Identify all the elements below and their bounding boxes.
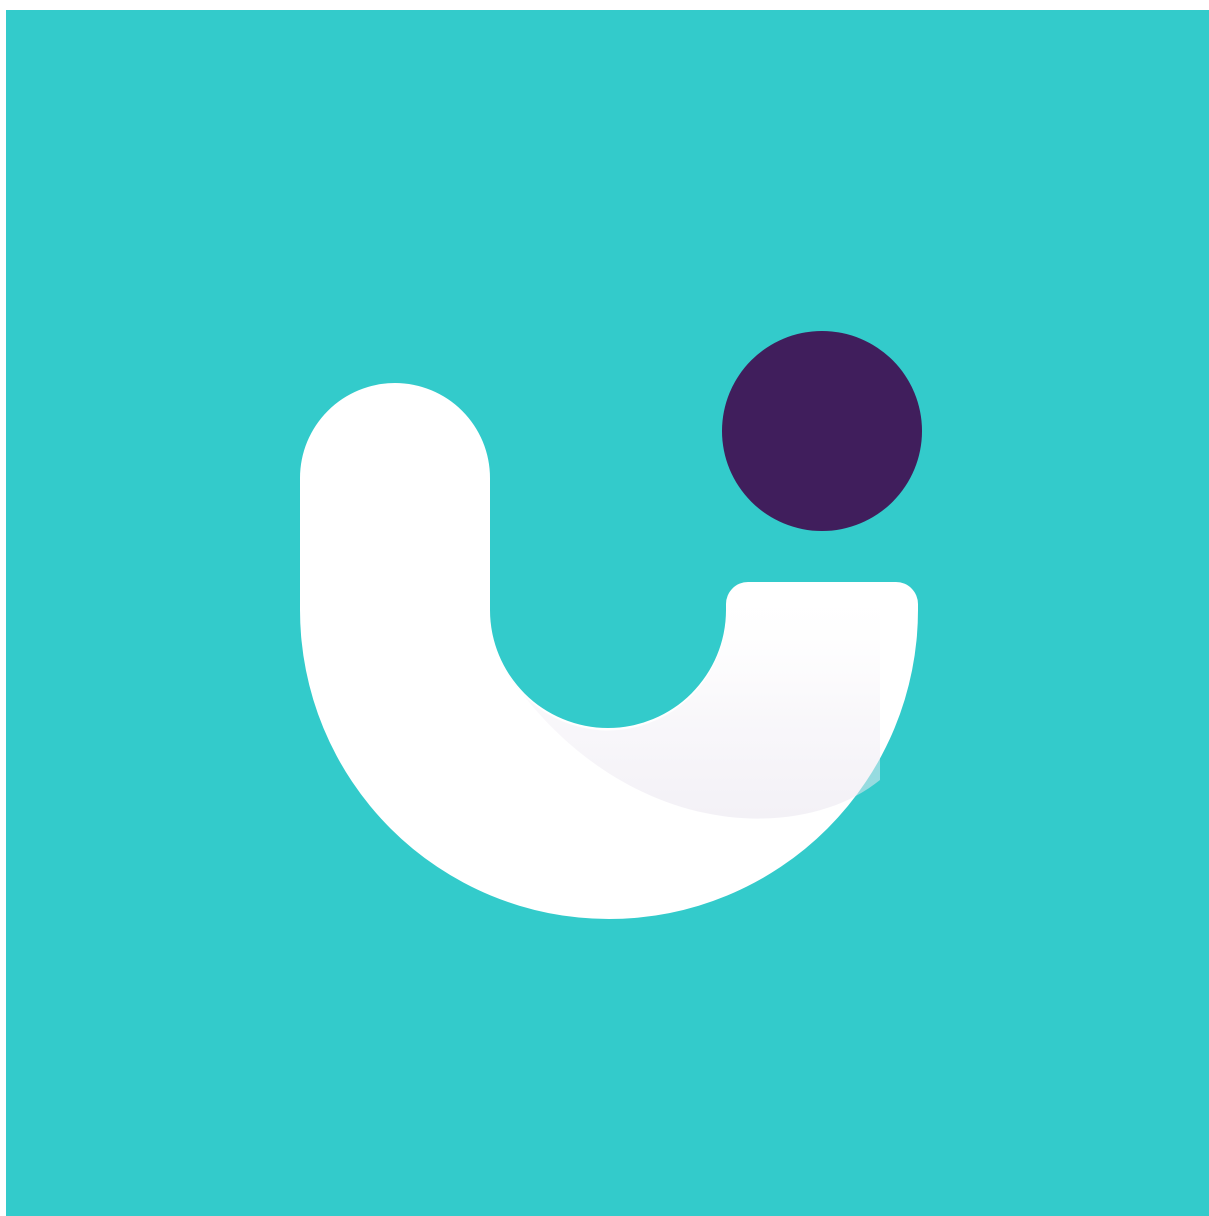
- image-frame: [0, 0, 1209, 1216]
- u-logo-icon: [300, 331, 922, 919]
- purple-dot: [722, 331, 922, 531]
